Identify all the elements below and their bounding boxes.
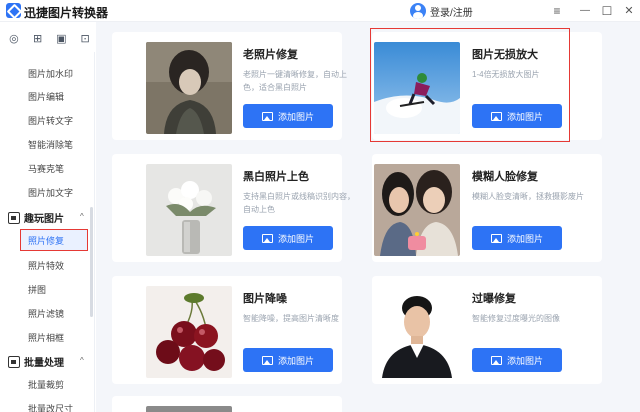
sidebar-item-image-to-text[interactable]: 图片转文字 [28, 114, 73, 127]
card-colorize[interactable]: 黑白照片上色 支持黑白照片或线稿识别内容，自动上色 添加图片 [112, 154, 355, 262]
add-image-label: 添加图片 [277, 233, 314, 244]
close-button[interactable]: ✕ [620, 2, 638, 20]
title-bar: 迅捷图片转换器 登录/注册 ≡ — ☐ ✕ [0, 0, 640, 22]
old-photo-thumbnail [146, 42, 232, 134]
section-fun-label: 趣玩图片 [24, 214, 64, 225]
image-tools-icon[interactable]: ⊡ [77, 32, 93, 46]
section-fun-images[interactable]: 趣玩图片 [8, 210, 64, 225]
login-register-label: 登录/注册 [430, 7, 473, 19]
main-content: 老照片修复 老照片一键清晰修复，自动上色，适合黑白照片 添加图片 图片无损放大 … [96, 22, 640, 412]
add-image-button[interactable]: 添加图片 [243, 348, 333, 372]
sidebar-item-watermark[interactable]: 图片加水印 [28, 67, 73, 80]
login-register-button[interactable]: 登录/注册 [410, 1, 473, 21]
card-description: 智能修复过度曝光的图像 [472, 314, 560, 323]
card-title: 模糊人脸修复 [472, 171, 538, 183]
sidebar-scrollbar[interactable] [90, 207, 93, 317]
card-title: 过曝修复 [472, 293, 516, 305]
sidebar-item-batch-resize[interactable]: 批量改尺寸 [28, 402, 73, 412]
add-image-label: 添加图片 [277, 111, 314, 122]
sidebar-item-eraser[interactable]: 智能消除笔 [28, 138, 73, 151]
card-partial [112, 396, 342, 412]
card-description: 老照片一键清晰修复，自动上色，适合黑白照片 [243, 70, 347, 92]
add-image-label: 添加图片 [506, 355, 543, 366]
image-icon [261, 355, 273, 365]
cherries-thumbnail [146, 286, 232, 378]
card-description: 模糊人脸变清晰，拯救摄影废片 [472, 192, 584, 201]
add-image-button[interactable]: 添加图片 [243, 226, 333, 250]
minimize-button[interactable]: — [576, 2, 594, 20]
sidebar-item-frames[interactable]: 照片相框 [28, 331, 64, 344]
card-title: 老照片修复 [243, 49, 298, 61]
add-image-button[interactable]: 添加图片 [472, 226, 562, 250]
card-title: 黑白照片上色 [243, 171, 309, 183]
add-image-label: 添加图片 [277, 355, 314, 366]
add-image-button[interactable]: 添加图片 [243, 104, 333, 128]
sidebar-item-photo-effects[interactable]: 照片特效 [28, 259, 64, 272]
card-denoise[interactable]: 图片降噪 智能降噪，提高图片清晰度 添加图片 [112, 276, 342, 384]
sidebar: 图片加水印 图片编辑 图片转文字 智能消除笔 马赛克笔 图片加文字 趣玩图片 ^… [0, 52, 95, 412]
collapse-caret-icon[interactable]: ^ [80, 212, 84, 221]
format-convert-icon[interactable]: ◎ [6, 32, 22, 46]
menu-icon[interactable]: ≡ [548, 2, 566, 20]
section-batch[interactable]: 批量处理 [8, 354, 64, 369]
image-icon [490, 233, 502, 243]
image-icon [490, 355, 502, 365]
sidebar-item-filters[interactable]: 照片滤镜 [28, 307, 64, 320]
add-image-label: 添加图片 [506, 111, 543, 122]
card-old-photo-repair[interactable]: 老照片修复 老照片一键清晰修复，自动上色，适合黑白照片 添加图片 [112, 32, 347, 140]
partial-thumbnail [146, 406, 232, 412]
portrait-thumbnail [374, 286, 460, 378]
card-overexposure-repair[interactable]: 过曝修复 智能修复过度曝光的图像 添加图片 [372, 276, 602, 384]
image-edit-icon[interactable]: ▣ [54, 32, 70, 46]
card-description: 1-4倍无损放大图片 [472, 70, 540, 79]
tool-icon-rail: ◎ ⊞ ▣ ⊡ [0, 32, 95, 52]
app-logo-icon [6, 3, 21, 18]
user-avatar-icon [410, 3, 426, 19]
collapse-caret-icon[interactable]: ^ [80, 356, 84, 365]
fun-images-icon [8, 211, 20, 224]
add-image-label: 添加图片 [506, 233, 543, 244]
image-icon [490, 111, 502, 121]
image-icon [261, 233, 273, 243]
sidebar-item-add-text[interactable]: 图片加文字 [28, 186, 73, 199]
sidebar-item-image-edit[interactable]: 图片编辑 [28, 90, 64, 103]
card-title: 图片无损放大 [472, 49, 538, 61]
card-description: 支持黑白照片或线稿识别内容，自动上色 [243, 192, 355, 214]
sidebar-item-mosaic[interactable]: 马赛克笔 [28, 162, 64, 175]
app-title: 迅捷图片转换器 [24, 6, 109, 20]
add-image-button[interactable]: 添加图片 [472, 104, 562, 128]
batch-icon [8, 355, 20, 368]
couple-thumbnail [374, 164, 460, 256]
maximize-button[interactable]: ☐ [598, 2, 616, 20]
sidebar-item-collage[interactable]: 拼图 [28, 283, 46, 296]
add-image-button[interactable]: 添加图片 [472, 348, 562, 372]
card-lossless-upscale[interactable]: 图片无损放大 1-4倍无损放大图片 添加图片 [372, 32, 602, 140]
sidebar-item-photo-repair[interactable]: 照片修复 [20, 229, 88, 251]
image-icon [261, 111, 273, 121]
section-batch-label: 批量处理 [24, 358, 64, 369]
skier-thumbnail [374, 42, 460, 134]
image-compress-icon[interactable]: ⊞ [30, 32, 46, 46]
sidebar-item-batch-crop[interactable]: 批量裁剪 [28, 378, 64, 391]
card-title: 图片降噪 [243, 293, 287, 305]
flower-vase-thumbnail [146, 164, 232, 256]
card-description: 智能降噪，提高图片清晰度 [243, 314, 339, 323]
card-face-repair[interactable]: 模糊人脸修复 模糊人脸变清晰，拯救摄影废片 添加图片 [372, 154, 602, 262]
